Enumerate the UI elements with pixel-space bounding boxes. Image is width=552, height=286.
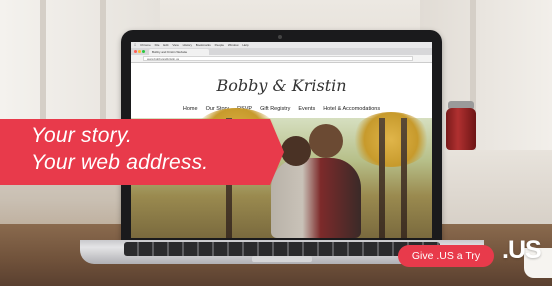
menubar-item[interactable]: Chrome <box>140 43 151 47</box>
site-title: Bobby & Kristin <box>216 76 347 95</box>
nav-gift-registry[interactable]: Gift Registry <box>260 106 290 112</box>
menubar-item[interactable]: People <box>215 43 224 47</box>
headline-banner-tip <box>270 119 284 185</box>
headline-line-2: Your web address. <box>31 151 209 174</box>
give-us-a-try-button[interactable]: Give .US a Try <box>398 245 494 267</box>
nav-home[interactable]: Home <box>183 106 198 112</box>
menubar-item[interactable]: Help <box>242 43 248 47</box>
keyboard <box>124 242 440 256</box>
headline-line-1: Your story. <box>31 124 133 147</box>
jam-jar <box>446 108 476 150</box>
url-input[interactable]: www.bobbyandkristin.us <box>143 56 413 61</box>
menubar-item[interactable]: Edit <box>163 43 168 47</box>
couple-figures <box>271 158 361 238</box>
man-figure <box>309 124 343 158</box>
nav-events[interactable]: Events <box>298 106 315 112</box>
close-window-icon[interactable] <box>134 50 137 53</box>
minimize-window-icon[interactable] <box>138 50 141 53</box>
camera-icon <box>278 35 282 39</box>
menubar-item[interactable]: File <box>155 43 160 47</box>
us-logo: .US <box>502 236 542 264</box>
trackpad <box>252 256 312 262</box>
woman-figure <box>281 136 311 166</box>
menubar-item[interactable]: Window <box>228 43 239 47</box>
maximize-window-icon[interactable] <box>142 50 145 53</box>
menubar-item[interactable]: View <box>172 43 178 47</box>
browser-tab-strip: Bobby and Kristin Website <box>131 48 432 55</box>
nav-hotel[interactable]: Hotel & Accomodations <box>323 106 380 112</box>
menubar-item[interactable]: Bookmarks <box>196 43 211 47</box>
browser-address-bar: www.bobbyandkristin.us <box>131 55 432 63</box>
apple-icon[interactable]:  <box>134 43 136 47</box>
sofa <box>430 150 552 230</box>
menubar-item[interactable]: History <box>183 43 192 47</box>
